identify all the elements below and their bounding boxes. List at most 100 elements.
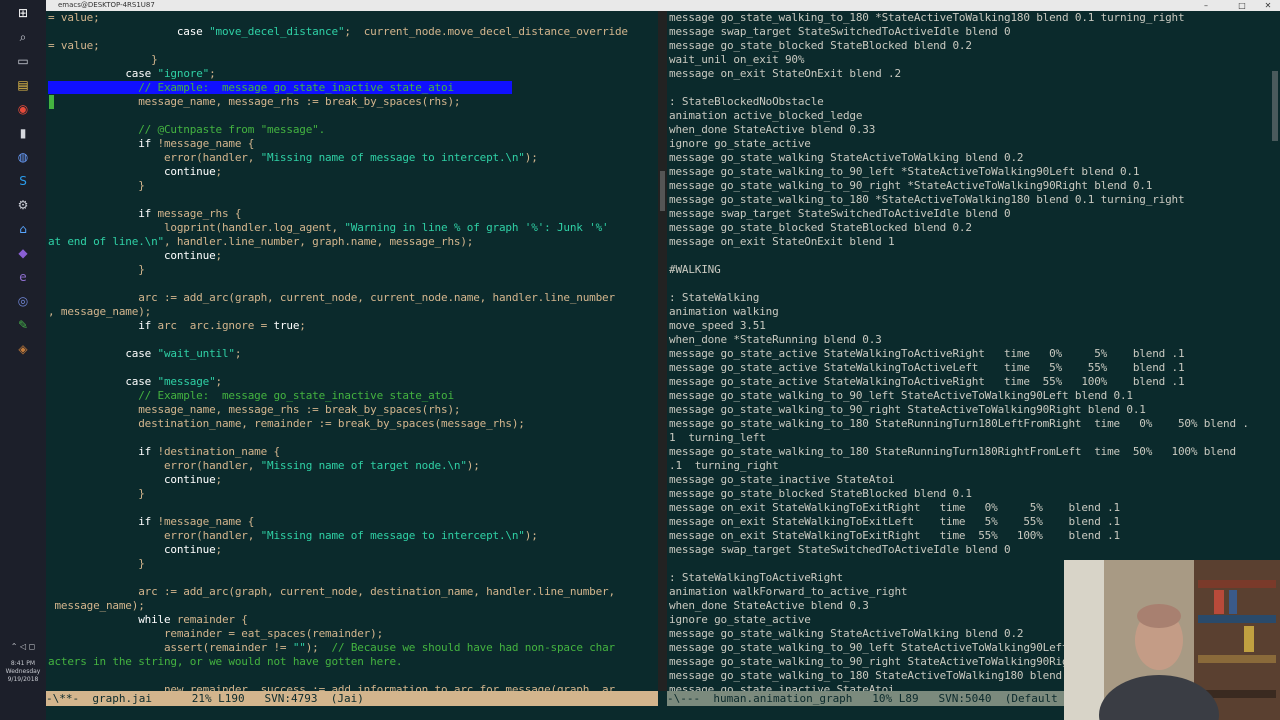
code-line: // @Cutnpaste from "message".	[46, 123, 658, 137]
code-token: continue	[163, 543, 216, 556]
taskbar-clock[interactable]: 8:41 PM Wednesday 9/19/2018	[0, 660, 46, 684]
app-icon[interactable]: ⌂	[14, 220, 32, 238]
code-token: logprint(handler.log_agent,	[48, 221, 345, 234]
code-token: if	[138, 207, 152, 220]
emacs-icon[interactable]: e	[14, 268, 32, 286]
windows-start-icon[interactable]: ⊞	[14, 4, 32, 22]
code-line: = value;	[46, 39, 658, 53]
system-tray[interactable]: ⌃ ◁ ◻	[0, 642, 46, 651]
code-token: ;	[215, 543, 223, 556]
globe-icon[interactable]: ◍	[14, 148, 32, 166]
code-token: }	[48, 179, 145, 192]
code-token: if	[138, 445, 152, 458]
scrollbar-thumb[interactable]	[660, 171, 665, 211]
code-token: = value;	[48, 39, 100, 52]
code-line: }	[46, 263, 658, 277]
graph-line: message go_state_walking_to_180 *StateAc…	[669, 11, 1185, 24]
code-line: message_name, message_rhs := break_by_sp…	[46, 95, 658, 109]
code-token: message_rhs {	[151, 207, 242, 220]
code-token: }	[48, 53, 158, 66]
code-token: !message_name {	[151, 137, 255, 150]
code-editor-pane-left[interactable]: = value; case "move_decel_distance"; cur…	[46, 11, 658, 691]
close-icon[interactable]: ✕	[1258, 0, 1278, 11]
code-token: error(handler,	[48, 459, 261, 472]
code-line: error(handler, "Missing name of target n…	[46, 459, 658, 473]
graph-line: message go_state_blocked StateBlocked bl…	[669, 221, 972, 234]
maximize-icon[interactable]: □	[1232, 0, 1252, 11]
code-token: case	[125, 347, 152, 360]
settings-icon[interactable]: ⚙	[14, 196, 32, 214]
code-line: error(handler, "Missing name of message …	[46, 151, 658, 165]
notepad-icon[interactable]: ✎	[14, 316, 32, 334]
code-line: case "message";	[46, 375, 658, 389]
windows-taskbar: ⊞ ⌕ ▭ ▤ ◉ ▮ ◍ S ⚙ ⌂ ◆ e ◎ ✎ ◈ ⌃ ◁ ◻ 8:41 PM Wednesday …	[0, 0, 46, 720]
code-token: at end of line.\n"	[48, 235, 164, 248]
code-token: // Example: message go_state_inactive st…	[48, 389, 454, 402]
code-token: "Missing name of target node.\n"	[260, 459, 467, 472]
minimize-icon[interactable]: –	[1196, 0, 1216, 11]
terminal-icon[interactable]: ▮	[14, 124, 32, 142]
code-token: message_name, message_rhs := break_by_sp…	[48, 95, 461, 108]
clock-date: 9/19/2018	[7, 676, 39, 683]
code-token: remainder {	[170, 613, 248, 626]
discord-icon[interactable]: ◎	[14, 292, 32, 310]
code-token: );	[305, 641, 332, 654]
code-line: // Example: message go_state_inactive st…	[46, 81, 658, 95]
code-token: ;	[215, 249, 223, 262]
graph-line: message go_state_active StateWalkingToAc…	[669, 361, 1185, 374]
code-token: !message_name {	[151, 515, 255, 528]
code-line: continue;	[46, 543, 658, 557]
clock-day: Wednesday	[5, 668, 41, 675]
code-token: new_remainder, success := add_informatio…	[48, 683, 615, 691]
code-token: error(handler,	[48, 529, 261, 542]
code-line: if !destination_name {	[46, 445, 658, 459]
graph-line: when_done StateActive blend 0.33	[669, 123, 876, 136]
code-line: case "ignore";	[46, 67, 658, 81]
graph-line: animation active_blocked_ledge	[669, 109, 863, 122]
search-icon[interactable]: ⌕	[14, 28, 32, 46]
code-line: }	[46, 53, 658, 67]
code-line: }	[46, 179, 658, 193]
graph-line: message on_exit StateOnExit blend .2	[669, 67, 901, 80]
graph-line: message go_state_inactive StateAtoi	[669, 473, 895, 486]
code-token: ;	[215, 473, 223, 486]
misc-icon[interactable]: ◈	[14, 340, 32, 358]
graph-line: message go_state_walking_to_90_left Stat…	[669, 389, 1133, 402]
file-explorer-icon[interactable]: ▤	[14, 76, 32, 94]
code-token: // @Cutnpaste from "message".	[48, 123, 326, 136]
task-view-icon[interactable]: ▭	[14, 52, 32, 70]
graph-line	[667, 277, 1270, 291]
code-token: arc arc.ignore =	[151, 319, 274, 332]
code-token: arc := add_arc(graph, current_node, dest…	[48, 585, 615, 598]
scrollbar-thumb[interactable]	[1272, 71, 1278, 141]
code-line: new_remainder, success := add_informatio…	[46, 683, 658, 691]
window-titlebar[interactable]: emacs@DESKTOP-4RS1U87 – □ ✕	[46, 0, 1280, 11]
code-line: if arc arc.ignore = true;	[46, 319, 658, 333]
graph-line: message go_state_blocked StateBlocked bl…	[669, 39, 972, 52]
code-line: case "move_decel_distance"; current_node…	[46, 25, 658, 39]
chrome-icon[interactable]: ◉	[14, 100, 32, 118]
graph-line: 1 turning_left	[669, 431, 766, 444]
graph-line: message go_state_walking_to_180 StateRun…	[669, 417, 1249, 430]
code-token: // Because we should have had non-space …	[331, 641, 616, 654]
code-token: if	[138, 319, 152, 332]
pane-divider-scrollbar[interactable]	[658, 11, 667, 691]
visual-studio-icon[interactable]: ◆	[14, 244, 32, 262]
code-token: }	[48, 263, 145, 276]
code-line: logprint(handler.log_agent, "Warning in …	[46, 221, 658, 235]
skype-icon[interactable]: S	[14, 172, 32, 190]
code-line: }	[46, 557, 658, 571]
graph-line: message swap_target StateSwitchedToActiv…	[669, 25, 1011, 38]
code-line: }	[46, 487, 658, 501]
code-token: !destination_name {	[151, 445, 281, 458]
code-token: );	[524, 151, 538, 164]
